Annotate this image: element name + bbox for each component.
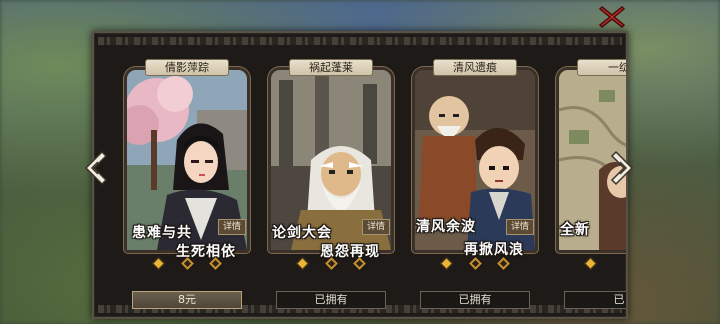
rarity-diamonds bbox=[584, 256, 600, 270]
diamond-hollow-icon bbox=[468, 256, 482, 270]
diamond-filled-icon bbox=[584, 256, 597, 270]
panel-top-frieze bbox=[98, 37, 622, 45]
diamond-hollow-icon bbox=[209, 256, 222, 270]
card-title: 倩影萍踪 bbox=[145, 59, 229, 76]
close-button[interactable] bbox=[598, 4, 626, 30]
card-title: 祸起蓬莱 bbox=[289, 59, 373, 76]
detail-button[interactable]: 详情 bbox=[506, 219, 534, 235]
rarity-diamonds bbox=[296, 256, 366, 270]
bundle-card-1[interactable]: 倩影萍踪 患难与共 生死相依 详情 8元 bbox=[124, 59, 250, 309]
card-slogan-line1: 论剑大会 bbox=[272, 225, 332, 241]
diamond-hollow-icon bbox=[497, 256, 510, 270]
bundle-card-3[interactable]: 清风遗痕 清风余波 再掀风浪 详情 已拥有 bbox=[412, 59, 538, 309]
card-slogan-line1: 患难与共 bbox=[132, 225, 192, 241]
card-slogan-line1: 清风余波 bbox=[416, 219, 476, 235]
diamond-hollow-icon bbox=[180, 256, 194, 270]
owned-status-button[interactable]: 已拥有 bbox=[420, 291, 530, 309]
scroll-right-button[interactable] bbox=[610, 150, 636, 186]
diamond-filled-icon bbox=[296, 256, 309, 270]
chevron-right-icon bbox=[610, 150, 634, 186]
bundle-panel: 倩影萍踪 患难与共 生死相依 详情 8元 祸起蓬莱 论剑大会 恩怨再现 详情 已… bbox=[92, 31, 628, 319]
rarity-diamonds bbox=[440, 256, 510, 270]
diamond-filled-icon bbox=[152, 256, 165, 270]
card-slogan-line1: 全新 bbox=[560, 222, 590, 238]
detail-button[interactable]: 详情 bbox=[218, 219, 246, 235]
detail-button[interactable]: 详情 bbox=[362, 219, 390, 235]
scroll-left-button[interactable] bbox=[82, 150, 108, 186]
bundle-card-2[interactable]: 祸起蓬莱 论剑大会 恩怨再现 详情 已拥有 bbox=[268, 59, 394, 309]
owned-status-button[interactable]: 已拥有 bbox=[276, 291, 386, 309]
bundle-card-list: 倩影萍踪 患难与共 生死相依 详情 8元 祸起蓬莱 论剑大会 恩怨再现 详情 已… bbox=[120, 59, 626, 309]
diamond-hollow-icon bbox=[353, 256, 366, 270]
diamond-hollow-icon bbox=[324, 256, 338, 270]
purchase-price-button[interactable]: 8元 bbox=[132, 291, 242, 309]
close-x-icon bbox=[598, 5, 626, 29]
rarity-diamonds bbox=[152, 256, 222, 270]
card-title: 一绽 bbox=[577, 59, 626, 76]
owned-status-button[interactable]: 已 bbox=[564, 291, 626, 309]
diamond-filled-icon bbox=[440, 256, 453, 270]
chevron-left-icon bbox=[84, 150, 108, 186]
card-title: 清风遗痕 bbox=[433, 59, 517, 76]
